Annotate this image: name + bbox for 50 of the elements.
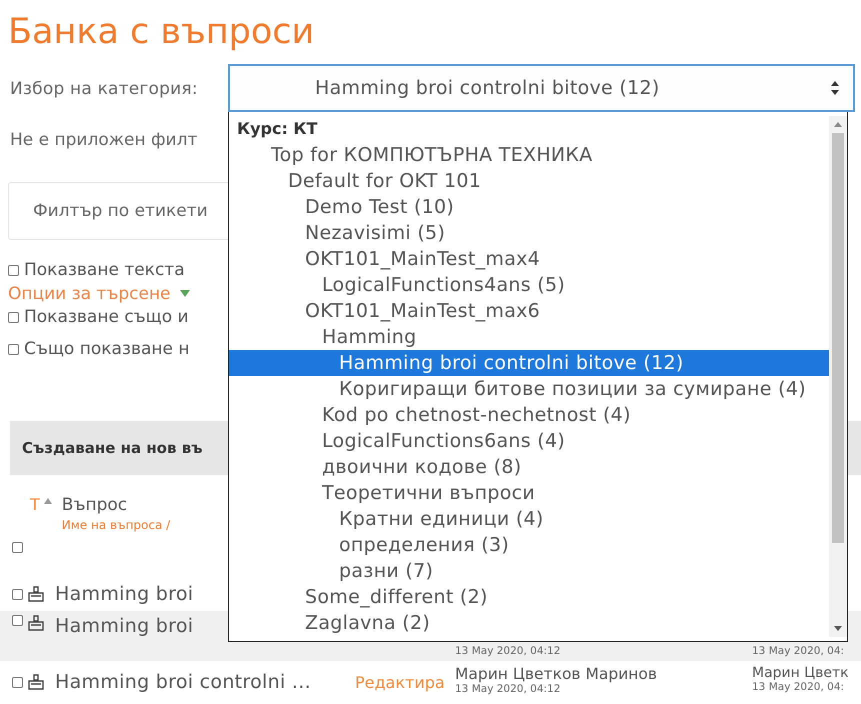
dropdown-option[interactable]: LogicalFunctions6ans (4): [229, 428, 830, 454]
sort-arrow-icon: [44, 498, 52, 504]
checkbox[interactable]: [8, 264, 19, 276]
dropdown-option[interactable]: Коригиращи битове позиции за сумиране (4): [229, 376, 830, 402]
scrollbar[interactable]: [829, 116, 847, 637]
dropdown-option[interactable]: Some_different (2): [229, 584, 830, 610]
checkbox-label: Също показване н: [24, 339, 190, 359]
dropdown-option[interactable]: определения (3): [229, 532, 830, 558]
dropdown-option[interactable]: LogicalFunctions4ans (5): [229, 272, 830, 298]
checkbox[interactable]: [12, 676, 23, 688]
page-title: Банка с въпроси: [7, 11, 316, 54]
checkbox[interactable]: [12, 542, 23, 552]
date-text: 13 May 2020, 04:12: [455, 645, 560, 657]
date-text: 13 May 2020, 04:: [752, 681, 846, 693]
caret-icon: [180, 290, 190, 297]
tray-icon: [27, 615, 45, 631]
date-text: 13 May 2020, 04:12: [455, 683, 562, 695]
dropdown-option[interactable]: Hamming broi controlni bitove (12): [229, 350, 830, 376]
tray-icon: [27, 674, 45, 690]
dropdown-option[interactable]: OKT101_MainTest_max4: [229, 246, 830, 272]
dropdown-option[interactable]: Top for КОМПЮТЪРНА ТЕХНИКА: [229, 142, 830, 168]
author-name: Марин Цветк: [752, 665, 849, 681]
dropdown-option[interactable]: Теоретични въпроси: [229, 480, 830, 506]
checkbox[interactable]: [12, 615, 23, 626]
question-name: Hamming broi: [55, 615, 194, 637]
dropdown-option[interactable]: OKT101_MainTest_max6: [229, 298, 830, 324]
updown-arrow-icon: [831, 81, 839, 95]
category-label: Избор на категория:: [10, 78, 198, 98]
date-text: 13 May 2020, 04:: [752, 645, 844, 657]
dropdown-option[interactable]: Kod po chetnost-nechetnost (4): [229, 402, 830, 428]
checkbox[interactable]: [12, 588, 23, 600]
question-name: Hamming broi: [55, 583, 194, 605]
dropdown-option[interactable]: Zaglavna (2): [229, 610, 830, 636]
checkbox[interactable]: [8, 312, 19, 322]
question-name: Hamming broi controlni ...: [55, 671, 311, 693]
checkbox-label: Показване текста: [24, 260, 185, 280]
checkbox-label: Показване също и: [24, 307, 189, 327]
column-header: Въпрос: [62, 495, 128, 515]
scroll-down-arrow-icon[interactable]: [834, 626, 842, 631]
dropdown-option[interactable]: Кратни единици (4): [229, 506, 830, 532]
checkbox[interactable]: [8, 344, 19, 354]
dropdown-option[interactable]: двоични кодове (8): [229, 454, 830, 480]
author-name: Марин Цветков Маринов: [455, 665, 658, 683]
tray-icon: [27, 586, 45, 602]
list-heading: Курс: КТ: [236, 118, 318, 140]
dropdown-option[interactable]: Hamming: [229, 324, 830, 350]
category-select[interactable]: Hamming broi controlni bitove (12): [228, 64, 855, 112]
scroll-up-arrow-icon[interactable]: [834, 122, 842, 127]
dropdown-option[interactable]: разни (7): [229, 558, 830, 584]
filter-status: Не е приложен филт: [10, 130, 198, 150]
